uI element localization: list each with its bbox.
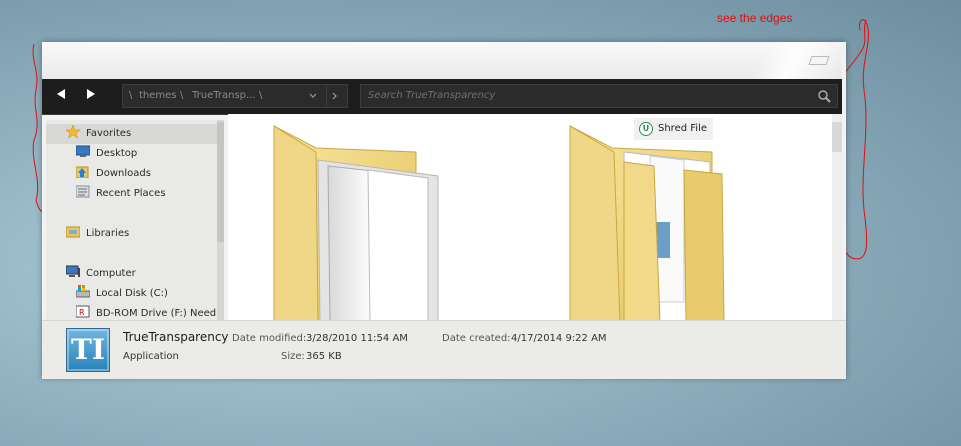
breadcrumb-truetransparency[interactable]: TrueTransp... <box>192 85 256 107</box>
minimize-button[interactable] <box>808 56 830 65</box>
address-bar[interactable]: \ themes \ TrueTransp... \ <box>122 84 348 108</box>
folder-with-documents-icon[interactable] <box>564 122 744 320</box>
toolbar: \ themes \ TrueTransp... \ Search TrueTr… <box>42 79 842 115</box>
forward-arrow-icon <box>87 89 95 99</box>
desktop-icon <box>76 145 90 157</box>
search-placeholder: Search TrueTransparency <box>368 90 496 101</box>
back-button[interactable] <box>52 88 70 104</box>
content-scrollbar-thumb[interactable] <box>832 122 842 152</box>
address-separator: \ <box>180 90 184 101</box>
address-separator: \ <box>259 90 263 101</box>
title-bar <box>42 42 842 79</box>
address-divider <box>326 85 327 107</box>
date-modified-value: 3/28/2010 11:54 AM <box>306 333 408 344</box>
size-value: 365 KB <box>306 351 342 362</box>
size-label: Size: <box>281 351 305 362</box>
search-icon[interactable] <box>817 89 831 103</box>
date-modified-label: Date modified: <box>232 333 307 344</box>
sidebar-item-favorites[interactable]: Favorites <box>66 125 131 143</box>
libraries-icon <box>66 226 80 238</box>
folder-icon[interactable] <box>268 122 448 320</box>
sidebar-item-label: BD-ROM Drive (F:) Need Fo <box>96 308 224 319</box>
sidebar-item-bdrom-drive[interactable]: R BD-ROM Drive (F:) Need Fo <box>76 305 224 320</box>
sidebar-item-label: Desktop <box>96 148 138 159</box>
back-arrow-icon <box>57 89 65 99</box>
forward-button[interactable] <box>82 88 100 104</box>
sidebar-item-downloads[interactable]: Downloads <box>76 165 151 183</box>
sidebar-item-recent-places[interactable]: Recent Places <box>76 185 166 203</box>
navigation-pane: Favorites Desktop Downloads Recent Place… <box>46 120 224 320</box>
computer-icon <box>66 265 80 277</box>
explorer-window: \ themes \ TrueTransp... \ Search TrueTr… <box>42 42 846 379</box>
search-box[interactable]: Search TrueTransparency <box>360 84 838 108</box>
optical-drive-icon: R <box>76 305 90 318</box>
sidebar-item-desktop[interactable]: Desktop <box>76 145 137 163</box>
file-list: U Shred File <box>228 114 842 320</box>
date-created-value: 4/17/2014 9:22 AM <box>511 333 607 344</box>
shred-file-button[interactable]: U Shred File <box>634 118 713 140</box>
address-separator: \ <box>129 90 133 101</box>
details-pane: TI TrueTransparency Application Date mod… <box>42 320 846 379</box>
application-icon: TI <box>66 328 110 372</box>
file-type: Application <box>123 351 179 362</box>
downloads-folder-icon <box>76 166 89 178</box>
sidebar-item-local-disk[interactable]: Local Disk (C:) <box>76 285 168 303</box>
shred-file-label: Shred File <box>658 123 707 134</box>
shred-u-icon: U <box>639 122 653 136</box>
breadcrumb-themes[interactable]: themes <box>139 85 177 107</box>
star-icon <box>66 125 80 138</box>
chevron-right-icon[interactable] <box>332 92 338 100</box>
chevron-down-icon[interactable] <box>309 93 317 99</box>
sidebar-item-label: Downloads <box>96 168 151 179</box>
sidebar-item-label: Local Disk (C:) <box>96 288 168 299</box>
sidebar-item-label: Computer <box>86 268 136 279</box>
sidebar-item-label: Libraries <box>86 228 130 239</box>
svg-text:R: R <box>79 308 85 317</box>
sidebar-item-libraries[interactable]: Libraries <box>66 225 129 243</box>
file-name: TrueTransparency <box>123 330 229 344</box>
sidebar-item-label: Recent Places <box>96 188 166 199</box>
sidebar-item-label: Favorites <box>86 128 132 139</box>
sidebar-item-computer[interactable]: Computer <box>66 265 136 283</box>
recent-places-icon <box>76 185 90 198</box>
date-created-label: Date created: <box>442 333 511 344</box>
sidebar-scrollbar-thumb[interactable] <box>217 122 224 242</box>
hard-drive-icon <box>76 285 90 298</box>
